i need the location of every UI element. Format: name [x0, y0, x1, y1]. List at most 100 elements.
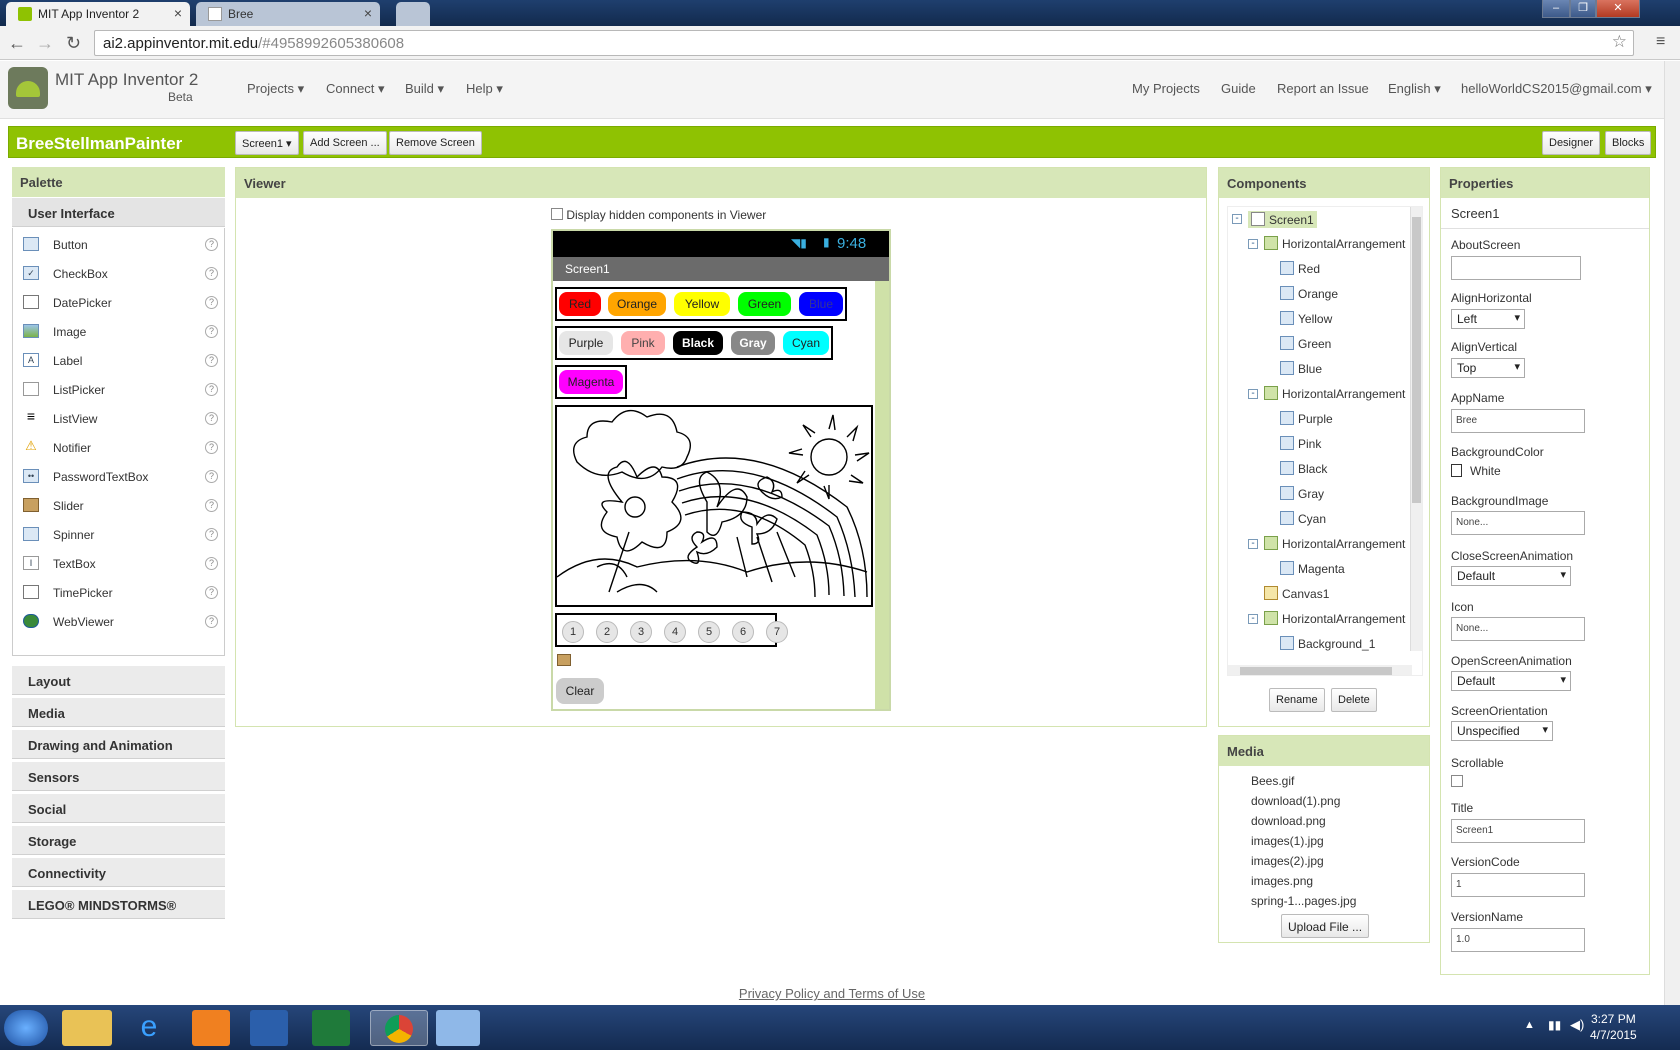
network-icon[interactable]: ▮▮ — [1548, 1018, 1561, 1032]
word-icon[interactable] — [250, 1010, 288, 1046]
help-icon[interactable]: ? — [205, 325, 218, 338]
title-input[interactable]: Screen1 — [1451, 819, 1585, 843]
color-button-green[interactable]: Green — [738, 292, 791, 316]
horizontal-arrangement-2[interactable]: Purple Pink Black Gray Cyan — [555, 326, 833, 360]
horizontal-arrangement-3[interactable]: Magenta — [555, 365, 627, 399]
backgroundcolor-picker[interactable]: White — [1451, 464, 1501, 478]
tree-node-red[interactable]: Red — [1280, 261, 1320, 276]
help-icon[interactable]: ? — [205, 557, 218, 570]
help-icon[interactable]: ? — [205, 615, 218, 628]
canvas1[interactable] — [555, 405, 873, 607]
app-inventor-logo-icon[interactable] — [8, 67, 48, 109]
media-file[interactable]: download.png — [1251, 814, 1326, 828]
restore-window-icon[interactable]: ❐ — [1570, 0, 1596, 18]
palette-category-media[interactable]: Media — [12, 697, 225, 727]
menu-help[interactable]: Help ▾ — [466, 81, 503, 97]
media-file[interactable]: images(1).jpg — [1251, 834, 1324, 848]
tree-node-background_1[interactable]: Background_1 — [1280, 636, 1375, 651]
alignvertical-select[interactable]: Top — [1451, 358, 1525, 378]
media-file[interactable]: images(2).jpg — [1251, 854, 1324, 868]
slider-icon[interactable] — [557, 654, 571, 666]
screen-select-dropdown[interactable]: Screen1 ▾ — [235, 131, 299, 155]
color-button-purple[interactable]: Purple — [559, 331, 613, 355]
tree-node-screen1[interactable]: Screen1 — [1248, 211, 1317, 228]
palette-item-passwordtextbox[interactable]: •• PasswordTextBox? — [17, 464, 222, 490]
palette-category-connectivity[interactable]: Connectivity — [12, 857, 225, 887]
tree-collapse-toggle-icon[interactable]: - — [1248, 239, 1258, 249]
help-icon[interactable]: ? — [205, 296, 218, 309]
tree-horizontal-scrollbar[interactable] — [1228, 665, 1412, 675]
scrollable-checkbox[interactable] — [1451, 775, 1463, 787]
icon-picker[interactable]: None... — [1451, 617, 1585, 641]
palette-item-image[interactable]: Image? — [17, 319, 222, 345]
display-hidden-checkbox[interactable] — [551, 208, 563, 220]
page-scrollbar[interactable] — [1664, 61, 1680, 1005]
close-tab-icon[interactable]: × — [174, 5, 182, 21]
add-screen-button[interactable]: Add Screen ... — [303, 131, 387, 155]
horizontal-arrangement-4[interactable]: 1 2 3 4 5 6 7 — [555, 613, 788, 647]
help-icon[interactable]: ? — [205, 499, 218, 512]
menu-language[interactable]: English ▾ — [1388, 81, 1441, 97]
tree-collapse-toggle-icon[interactable]: - — [1232, 214, 1242, 224]
palette-item-timepicker[interactable]: TimePicker? — [17, 580, 222, 606]
tree-node-magenta[interactable]: Magenta — [1280, 561, 1345, 576]
tree-node-purple[interactable]: Purple — [1280, 411, 1333, 426]
size-button-4[interactable]: 4 — [664, 621, 686, 643]
palette-item-listview[interactable]: ≡ ListView? — [17, 406, 222, 432]
tree-node-cyan[interactable]: Cyan — [1280, 511, 1326, 526]
explorer-icon[interactable] — [62, 1010, 112, 1046]
tree-node-horizontalarrangement[interactable]: HorizontalArrangement — [1264, 386, 1405, 401]
size-button-2[interactable]: 2 — [596, 621, 618, 643]
palette-category-drawing-animation[interactable]: Drawing and Animation — [12, 729, 225, 759]
new-tab-button[interactable] — [396, 2, 430, 26]
help-icon[interactable]: ? — [205, 412, 218, 425]
tray-expand-icon[interactable]: ▲ — [1524, 1019, 1535, 1031]
delete-button[interactable]: Delete — [1331, 688, 1377, 712]
tree-node-blue[interactable]: Blue — [1280, 361, 1322, 376]
menu-build[interactable]: Build ▾ — [405, 81, 444, 97]
palette-category-layout[interactable]: Layout — [12, 665, 225, 695]
rename-button[interactable]: Rename — [1269, 688, 1325, 712]
closescreenanimation-select[interactable]: Default — [1451, 566, 1571, 586]
link-my-projects[interactable]: My Projects — [1132, 81, 1200, 96]
tree-collapse-toggle-icon[interactable]: - — [1248, 614, 1258, 624]
horizontal-arrangement-1[interactable]: Red Orange Yellow Green Blue — [555, 287, 847, 321]
tree-node-horizontalarrangement[interactable]: HorizontalArrangement — [1264, 536, 1405, 551]
help-icon[interactable]: ? — [205, 528, 218, 541]
chrome-icon[interactable] — [370, 1010, 428, 1046]
upload-file-button[interactable]: Upload File ... — [1281, 914, 1370, 938]
color-button-yellow[interactable]: Yellow — [674, 292, 730, 316]
privacy-policy-link[interactable]: Privacy Policy and Terms of Use — [0, 986, 1664, 1001]
tree-collapse-toggle-icon[interactable]: - — [1248, 389, 1258, 399]
tree-node-canvas1[interactable]: Canvas1 — [1264, 586, 1329, 601]
tree-node-orange[interactable]: Orange — [1280, 286, 1338, 301]
minimize-window-icon[interactable]: – — [1542, 0, 1570, 18]
help-icon[interactable]: ? — [205, 441, 218, 454]
palette-category-storage[interactable]: Storage — [12, 825, 225, 855]
palette-category-lego-mindstorms[interactable]: LEGO® MINDSTORMS® — [12, 889, 225, 919]
help-icon[interactable]: ? — [205, 586, 218, 599]
color-button-gray[interactable]: Gray — [731, 331, 775, 355]
size-button-7[interactable]: 7 — [766, 621, 788, 643]
media-file[interactable]: download(1).png — [1251, 794, 1340, 808]
color-button-red[interactable]: Red — [559, 292, 601, 316]
help-icon[interactable]: ? — [205, 354, 218, 367]
bookmark-star-icon[interactable]: ☆ — [1612, 32, 1627, 52]
appname-input[interactable]: Bree — [1451, 409, 1585, 433]
help-icon[interactable]: ? — [205, 470, 218, 483]
tree-node-green[interactable]: Green — [1280, 336, 1331, 351]
color-button-magenta[interactable]: Magenta — [559, 370, 623, 394]
color-button-blue[interactable]: Blue — [799, 292, 843, 316]
close-window-icon[interactable]: ✕ — [1596, 0, 1640, 18]
close-tab-icon[interactable]: × — [364, 5, 372, 21]
clear-button[interactable]: Clear — [556, 678, 604, 704]
palette-item-label[interactable]: A Label? — [17, 348, 222, 374]
link-guide[interactable]: Guide — [1221, 81, 1256, 96]
start-icon[interactable] — [4, 1010, 48, 1046]
palette-item-textbox[interactable]: I TextBox? — [17, 551, 222, 577]
tree-node-gray[interactable]: Gray — [1280, 486, 1324, 501]
url-input[interactable]: ai2.appinventor.mit.edu/#495899260538060… — [94, 30, 1634, 56]
openscreenanimation-select[interactable]: Default — [1451, 671, 1571, 691]
versionname-input[interactable]: 1.0 — [1451, 928, 1585, 952]
forward-arrow-icon[interactable]: → — [36, 33, 54, 54]
